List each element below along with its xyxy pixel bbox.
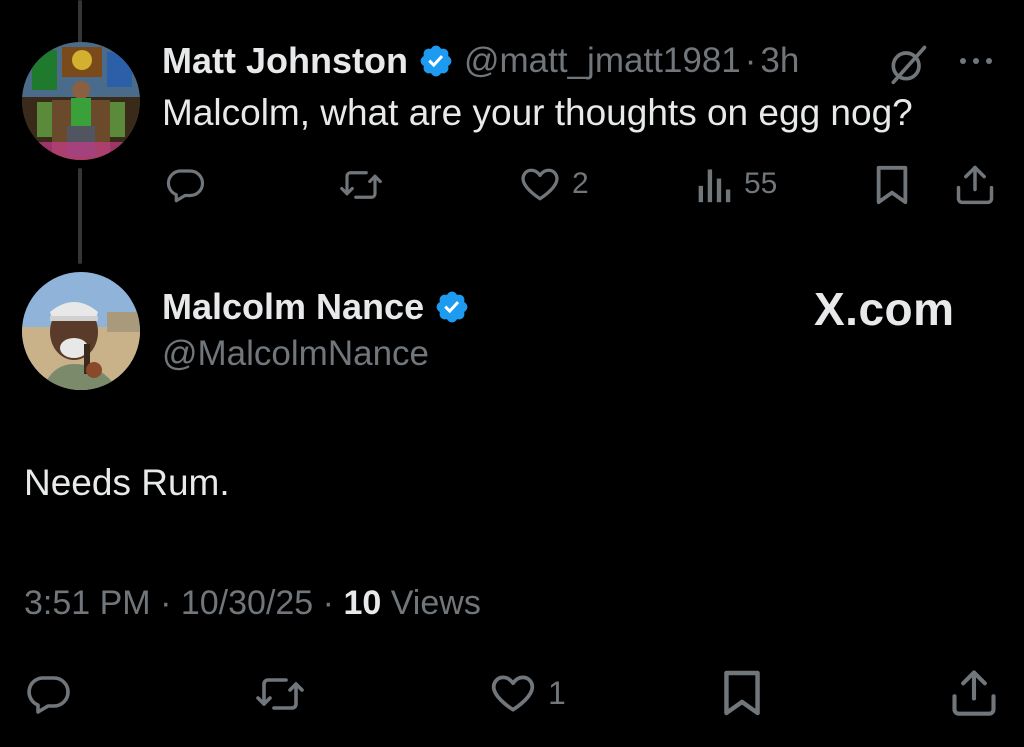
- verified-badge-icon: [418, 43, 454, 79]
- tweet-time[interactable]: 3:51 PM: [24, 584, 151, 622]
- bookmark-icon: [874, 164, 910, 206]
- verified-badge-icon: [434, 289, 470, 325]
- like-button[interactable]: 2: [518, 162, 589, 206]
- more-icon[interactable]: [956, 48, 996, 74]
- meta-separator: ·: [322, 584, 334, 622]
- views-icon: [696, 164, 734, 204]
- share-button[interactable]: [950, 666, 998, 718]
- meta-separator: ·: [744, 41, 757, 80]
- share-icon: [950, 666, 998, 718]
- like-count: 2: [572, 167, 589, 200]
- main-tweet-header: Malcolm Nance: [162, 286, 470, 328]
- tweet-metadata: 3:51 PM · 10/30/25 · 10 Views: [24, 584, 481, 623]
- avatar-malcolm-nance[interactable]: [22, 272, 140, 390]
- main-tweet-text: Needs Rum.: [24, 462, 230, 503]
- bookmark-button[interactable]: [722, 668, 762, 718]
- repost-button[interactable]: [254, 670, 306, 718]
- repost-button[interactable]: [338, 164, 384, 206]
- author-handle[interactable]: @MalcolmNance: [162, 334, 429, 374]
- bookmark-icon: [722, 668, 762, 718]
- tweet-date[interactable]: 10/30/25: [181, 584, 313, 622]
- share-button[interactable]: [954, 162, 996, 206]
- thread-connector-top: [78, 0, 82, 44]
- parent-tweet-header: Matt Johnston @matt_jmatt1981 · 3h: [162, 40, 799, 82]
- like-button[interactable]: 1: [488, 668, 566, 718]
- meta-separator: ·: [160, 584, 172, 622]
- share-icon: [954, 162, 996, 206]
- time-ago[interactable]: 3h: [760, 41, 799, 81]
- thread-connector: [78, 168, 82, 264]
- author-handle[interactable]: @matt_jmatt1981: [464, 41, 741, 81]
- view-count[interactable]: 10: [343, 584, 381, 622]
- like-count: 1: [548, 674, 566, 711]
- reply-icon: [24, 670, 72, 718]
- repost-icon: [338, 164, 384, 206]
- author-name[interactable]: Matt Johnston: [162, 40, 408, 82]
- reply-button[interactable]: [24, 670, 72, 718]
- grok-icon[interactable]: [886, 42, 930, 86]
- avatar-matt-johnston[interactable]: [22, 42, 140, 160]
- views-label[interactable]: Views: [391, 584, 481, 622]
- parent-tweet-text: Malcolm, what are your thoughts on egg n…: [162, 92, 913, 133]
- like-icon: [518, 162, 562, 206]
- repost-icon: [254, 670, 306, 718]
- bookmark-button[interactable]: [874, 164, 910, 206]
- views-button[interactable]: 55: [696, 164, 777, 204]
- xcom-watermark: X.com: [814, 283, 955, 335]
- view-count: 55: [744, 167, 778, 200]
- author-name[interactable]: Malcolm Nance: [162, 286, 424, 328]
- like-icon: [488, 668, 538, 718]
- reply-button[interactable]: [164, 164, 206, 206]
- reply-icon: [164, 164, 206, 206]
